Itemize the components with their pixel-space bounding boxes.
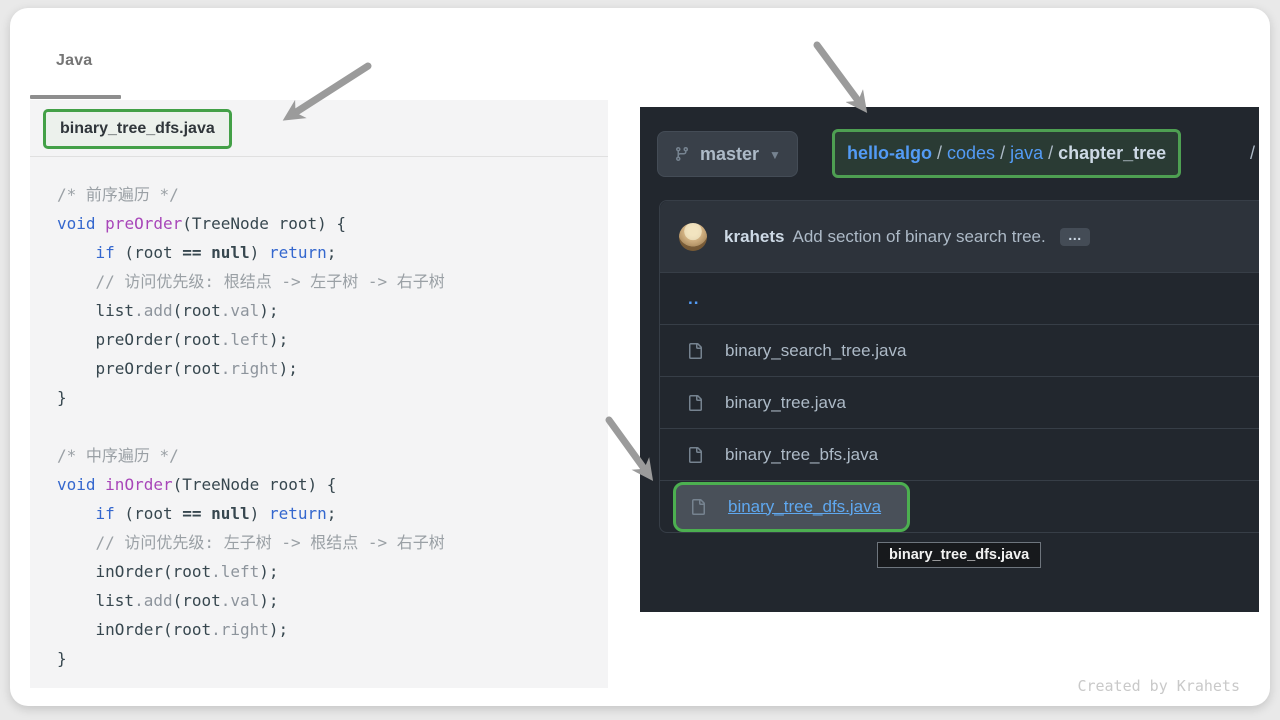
file-icon (687, 343, 703, 359)
git-branch-icon (674, 146, 690, 162)
breadcrumb-separator: / (995, 143, 1010, 163)
file-link-highlighted[interactable]: binary_tree_dfs.java (728, 497, 881, 517)
file-row[interactable]: binary_tree_bfs.java (660, 428, 1259, 480)
breadcrumb-segment-java[interactable]: java (1010, 143, 1043, 163)
breadcrumb-segment-hello-algo[interactable]: hello-algo (847, 143, 932, 163)
file-link[interactable]: binary_tree.java (725, 393, 846, 413)
code-line (57, 412, 608, 441)
file-row-highlight-box: binary_tree_dfs.java (673, 482, 910, 532)
code-line: if (root == null) return; (57, 238, 608, 267)
file-row[interactable]: binary_tree.java (660, 376, 1259, 428)
file-link[interactable]: binary_search_tree.java (725, 341, 906, 361)
tab-active-indicator (30, 95, 121, 99)
chevron-down-icon: ▼ (769, 148, 781, 162)
avatar[interactable] (679, 223, 707, 251)
file-list-container: krahets Add section of binary search tre… (659, 200, 1259, 533)
latest-commit-bar: krahets Add section of binary search tre… (660, 201, 1259, 272)
file-link[interactable]: binary_tree_bfs.java (725, 445, 878, 465)
breadcrumb-separator: / (932, 143, 947, 163)
page-card: Java binary_tree_dfs.java /* 前序遍历 */void… (10, 8, 1270, 706)
parent-directory-row[interactable]: .. (660, 272, 1259, 324)
file-row[interactable]: binary_tree_dfs.java (660, 480, 1259, 532)
code-file-title: binary_tree_dfs.java (60, 120, 215, 137)
code-title-bar: binary_tree_dfs.java (30, 100, 608, 157)
breadcrumb: hello-algo / codes / java / chapter_tree (847, 143, 1166, 164)
code-line: // 访问优先级: 根结点 -> 左子树 -> 右子树 (57, 267, 608, 296)
commit-more-button[interactable]: … (1060, 228, 1090, 246)
file-icon (687, 447, 703, 463)
commit-message[interactable]: Add section of binary search tree. (792, 227, 1045, 247)
code-line: void inOrder(TreeNode root) { (57, 470, 608, 499)
code-line: void preOrder(TreeNode root) { (57, 209, 608, 238)
tab-java[interactable]: Java (56, 52, 92, 70)
code-line: preOrder(root.left); (57, 325, 608, 354)
code-line: } (57, 383, 608, 412)
code-line: list.add(root.val); (57, 586, 608, 615)
breadcrumb-segment-chapter_tree: chapter_tree (1058, 143, 1166, 163)
code-line: preOrder(root.right); (57, 354, 608, 383)
code-file-title-highlight-box: binary_tree_dfs.java (43, 109, 232, 149)
code-line: /* 前序遍历 */ (57, 180, 608, 209)
breadcrumb-segment-codes[interactable]: codes (947, 143, 995, 163)
credit-text: Created by Krahets (1077, 677, 1240, 695)
code-line: inOrder(root.left); (57, 557, 608, 586)
github-panel: master ▼ hello-algo / codes / java / cha… (640, 107, 1259, 612)
branch-name: master (700, 144, 759, 165)
code-line: } (57, 644, 608, 673)
branch-selector-button[interactable]: master ▼ (657, 131, 798, 177)
file-icon (690, 499, 706, 515)
commit-author[interactable]: krahets (724, 227, 784, 247)
parent-directory-link[interactable]: .. (688, 289, 699, 309)
code-line: // 访问优先级: 左子树 -> 根结点 -> 右子树 (57, 528, 608, 557)
code-panel: binary_tree_dfs.java /* 前序遍历 */void preO… (30, 100, 608, 688)
breadcrumb-highlight-box: hello-algo / codes / java / chapter_tree (832, 129, 1181, 178)
breadcrumb-trailing-slash: / (1250, 143, 1255, 164)
code-block: /* 前序遍历 */void preOrder(TreeNode root) {… (30, 157, 608, 673)
file-row[interactable]: binary_search_tree.java (660, 324, 1259, 376)
link-tooltip: binary_tree_dfs.java (877, 542, 1041, 568)
file-icon (687, 395, 703, 411)
breadcrumb-separator: / (1043, 143, 1058, 163)
code-line: /* 中序遍历 */ (57, 441, 608, 470)
code-line: if (root == null) return; (57, 499, 608, 528)
code-line: list.add(root.val); (57, 296, 608, 325)
code-line: inOrder(root.right); (57, 615, 608, 644)
